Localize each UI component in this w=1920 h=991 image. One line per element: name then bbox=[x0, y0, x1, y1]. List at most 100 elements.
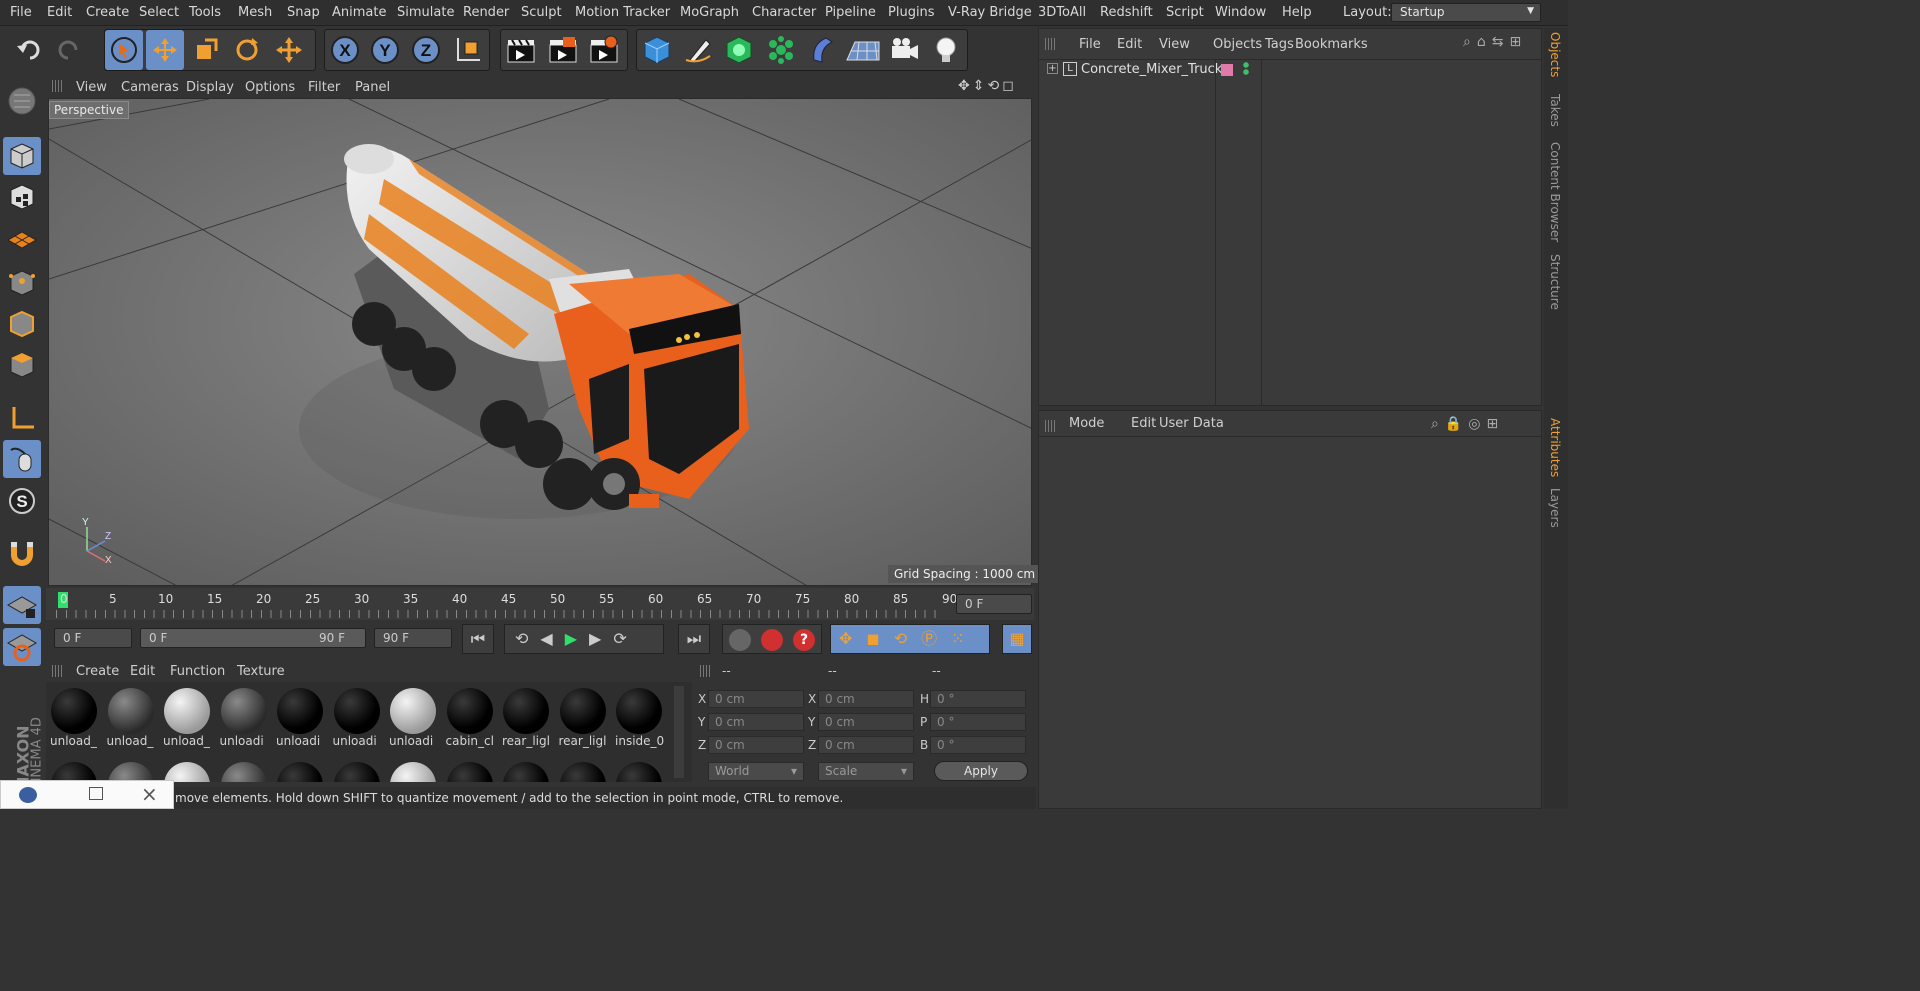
camera-button[interactable] bbox=[886, 30, 924, 70]
coordinate-field[interactable]: 0 cm bbox=[818, 690, 914, 708]
key-type-buttons[interactable]: ✥◼⟲Ⓟ⁙ bbox=[830, 624, 990, 654]
material-swatch[interactable]: rear_ligl bbox=[557, 684, 609, 748]
attribute-menu-user-data[interactable]: User Data bbox=[1159, 416, 1224, 431]
coordinate-field[interactable]: 0 cm bbox=[708, 713, 804, 731]
subdivision-surface-button[interactable] bbox=[720, 30, 758, 70]
menu-item-edit[interactable]: Edit bbox=[47, 5, 72, 20]
undo-button[interactable] bbox=[10, 30, 48, 70]
current-frame-field[interactable]: 0 F bbox=[956, 594, 1032, 614]
axis-mode-button[interactable] bbox=[3, 399, 41, 437]
material-swatch[interactable]: unload_ bbox=[105, 684, 157, 748]
size-mode-dropdown[interactable]: Scale ▾ bbox=[818, 762, 914, 781]
object-name[interactable]: Concrete_Mixer_Truck bbox=[1081, 62, 1222, 77]
menu-item-v-ray-bridge[interactable]: V-Ray Bridge bbox=[948, 5, 1032, 20]
material-swatch[interactable]: inside_0 bbox=[613, 684, 665, 748]
menu-item-file[interactable]: File bbox=[10, 5, 32, 20]
start-frame-field[interactable]: 0 F bbox=[54, 628, 132, 648]
object-menu-objects[interactable]: Objects bbox=[1213, 37, 1262, 52]
material-swatch[interactable] bbox=[218, 758, 270, 782]
side-tab-content-browser[interactable]: Content Browser bbox=[1548, 142, 1562, 242]
texture-mode-button[interactable] bbox=[3, 178, 41, 216]
move-button[interactable] bbox=[146, 30, 184, 70]
timeline-ruler[interactable]: 0 5 10 15 20 25 30 35 40 45 50 55 60 65 70 75 80 85 90 0 F bbox=[46, 588, 1034, 620]
record-icon[interactable] bbox=[729, 629, 751, 651]
object-manager-tool-icons[interactable]: ⌕⌂⇆⊞ bbox=[1463, 34, 1527, 50]
recent-tool-button[interactable] bbox=[270, 30, 308, 70]
menu-item-animate[interactable]: Animate bbox=[332, 5, 386, 20]
object-menu-tags[interactable]: Tags bbox=[1265, 37, 1294, 52]
coordinate-field[interactable]: 0 cm bbox=[708, 736, 804, 754]
menu-item-pipeline[interactable]: Pipeline bbox=[825, 5, 876, 20]
rotate-button[interactable] bbox=[228, 30, 266, 70]
close-icon[interactable]: × bbox=[141, 782, 158, 806]
side-tab-structure[interactable]: Structure bbox=[1548, 254, 1562, 310]
render-settings-button[interactable] bbox=[585, 30, 623, 70]
material-swatch[interactable]: rear_ligl bbox=[500, 684, 552, 748]
workplane-lock-button[interactable] bbox=[3, 586, 41, 624]
autokey-icon[interactable] bbox=[761, 629, 783, 651]
keyframe-buttons[interactable]: ? bbox=[722, 624, 822, 654]
timeline-settings-button[interactable]: ▦ bbox=[1002, 624, 1032, 654]
menu-item-character[interactable]: Character bbox=[752, 5, 816, 20]
render-picture-viewer-button[interactable] bbox=[544, 30, 582, 70]
visibility-dots-icon[interactable] bbox=[1243, 62, 1249, 76]
floor-button[interactable] bbox=[844, 30, 882, 70]
material-swatch[interactable] bbox=[161, 758, 213, 782]
material-swatch[interactable] bbox=[557, 758, 609, 782]
viewport-nav-icons[interactable]: ✥⇕⟲◻ bbox=[958, 78, 1017, 94]
go-to-start-button[interactable]: ⏮ bbox=[462, 624, 494, 654]
object-menu-view[interactable]: View bbox=[1159, 37, 1190, 52]
polygons-mode-button[interactable] bbox=[3, 346, 41, 384]
material-swatch[interactable] bbox=[387, 758, 439, 782]
render-view-button[interactable] bbox=[502, 30, 540, 70]
material-swatch[interactable]: unloadi bbox=[331, 684, 383, 748]
snap-button[interactable] bbox=[3, 534, 41, 572]
object-menu-bookmarks[interactable]: Bookmarks bbox=[1295, 37, 1368, 52]
coordinate-field[interactable]: 0 cm bbox=[818, 736, 914, 754]
menu-item-tools[interactable]: Tools bbox=[189, 5, 221, 20]
side-tab-objects[interactable]: Objects bbox=[1548, 32, 1562, 77]
x-axis-lock-button[interactable]: X bbox=[326, 30, 364, 70]
coordinate-field[interactable]: 0 ° bbox=[930, 736, 1026, 754]
viewport-menu-panel[interactable]: Panel bbox=[355, 80, 390, 95]
viewport-menu-cameras[interactable]: Cameras bbox=[121, 80, 179, 95]
attribute-menu-mode[interactable]: Mode bbox=[1069, 416, 1104, 431]
material-swatch[interactable] bbox=[444, 758, 496, 782]
menu-item-mograph[interactable]: MoGraph bbox=[680, 5, 739, 20]
z-axis-lock-button[interactable]: Z bbox=[407, 30, 445, 70]
menu-item-snap[interactable]: Snap bbox=[287, 5, 320, 20]
perspective-viewport[interactable]: Y Z X bbox=[48, 98, 1032, 586]
redo-button[interactable] bbox=[50, 30, 88, 70]
material-menu-edit[interactable]: Edit bbox=[130, 664, 155, 679]
coordinate-system-button[interactable] bbox=[449, 30, 487, 70]
menu-item-render[interactable]: Render bbox=[463, 5, 509, 20]
material-swatch[interactable]: unloadi bbox=[274, 684, 326, 748]
menu-item-mesh[interactable]: Mesh bbox=[238, 5, 272, 20]
workplane-mode-button[interactable] bbox=[3, 220, 41, 258]
side-tab-attributes[interactable]: Attributes bbox=[1548, 418, 1562, 477]
object-row[interactable]: + L Concrete_Mixer_Truck bbox=[1043, 61, 1539, 81]
viewport-menu-filter[interactable]: Filter bbox=[308, 80, 340, 95]
scale-button[interactable] bbox=[187, 30, 225, 70]
material-menu-texture[interactable]: Texture bbox=[237, 664, 285, 679]
transport-buttons[interactable]: ⟲◀▶▶⟳ bbox=[504, 624, 664, 654]
material-swatch[interactable]: cabin_cl bbox=[444, 684, 496, 748]
attribute-tool-icons[interactable]: ⌕🔒◎⊞ bbox=[1431, 416, 1504, 432]
model-mode-button[interactable] bbox=[3, 137, 41, 175]
attribute-menu-edit[interactable]: Edit bbox=[1131, 416, 1156, 431]
solo-mode-button[interactable]: S bbox=[3, 482, 41, 520]
material-swatch[interactable] bbox=[105, 758, 157, 782]
viewport-menu-options[interactable]: Options bbox=[245, 80, 295, 95]
coordinate-space-dropdown[interactable]: World ▾ bbox=[708, 762, 804, 781]
material-swatch[interactable] bbox=[613, 758, 665, 782]
viewport-menu-view[interactable]: View bbox=[76, 80, 107, 95]
material-swatch[interactable]: unloadi bbox=[218, 684, 270, 748]
apply-button[interactable]: Apply bbox=[934, 761, 1028, 781]
coordinate-field[interactable]: 0 ° bbox=[930, 713, 1026, 731]
help-icon[interactable]: ? bbox=[793, 629, 815, 651]
menu-item-simulate[interactable]: Simulate bbox=[397, 5, 454, 20]
material-menu-function[interactable]: Function bbox=[170, 664, 225, 679]
material-swatch[interactable] bbox=[331, 758, 383, 782]
frame-range-slider[interactable]: 0 F 90 F bbox=[140, 628, 366, 648]
cloner-button[interactable] bbox=[762, 30, 800, 70]
